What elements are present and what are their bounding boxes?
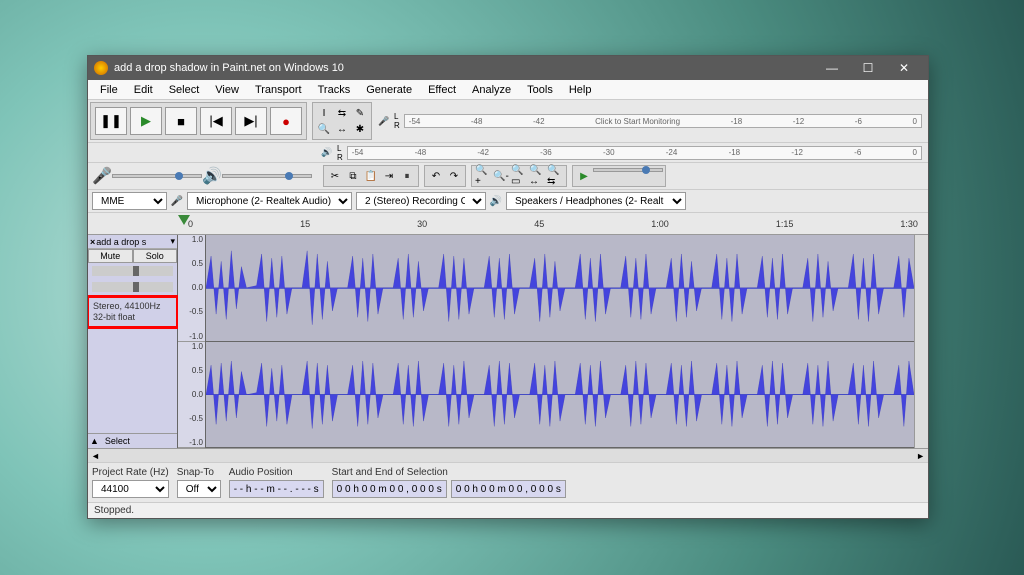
maximize-button[interactable]: ☐ (850, 57, 886, 79)
collapse-icon[interactable]: ▲ (90, 436, 99, 446)
pan-slider[interactable] (92, 282, 173, 292)
record-button[interactable]: ● (270, 107, 302, 135)
menu-analyze[interactable]: Analyze (464, 82, 519, 98)
selection-toolbar: Project Rate (Hz) 44100 Snap-To Off Audi… (88, 462, 928, 502)
zoom-tool-icon[interactable]: 🔍 (315, 121, 333, 137)
vertical-scrollbar[interactable] (914, 235, 928, 448)
selection-start-field[interactable]: 0 0 h 0 0 m 0 0 , 0 0 0 s (332, 480, 447, 498)
zoom-toggle-icon[interactable]: 🔍⇆ (546, 168, 564, 184)
menu-tracks[interactable]: Tracks (310, 82, 359, 98)
selection-tool-icon[interactable]: I (315, 105, 333, 121)
track-name[interactable]: add a drop s (96, 237, 169, 247)
menu-edit[interactable]: Edit (126, 82, 161, 98)
tools-toolbar: I ⇆ ✎ 🔍 ↔ ✱ (312, 102, 372, 140)
menu-effect[interactable]: Effect (420, 82, 464, 98)
play-at-speed-icon[interactable]: ▶ (575, 168, 593, 184)
menu-select[interactable]: Select (161, 82, 208, 98)
audio-position-field[interactable]: - - h - - m - - . - - - s (229, 480, 324, 498)
transport-toolbar: ❚❚ ▶ ■ |◀ ▶| ● (90, 102, 307, 140)
skip-end-button[interactable]: ▶| (235, 107, 267, 135)
zoom-sel-icon[interactable]: 🔍▭ (510, 168, 528, 184)
window-title: add a drop shadow in Paint.net on Window… (114, 62, 814, 74)
project-rate-select[interactable]: 44100 (92, 480, 169, 498)
cut-icon[interactable]: ✂ (326, 168, 344, 184)
record-meter[interactable]: -54-48-42 Click to Start Monitoring -18-… (404, 114, 922, 128)
zoom-in-icon[interactable]: 🔍+ (474, 168, 492, 184)
snap-to-label: Snap-To (177, 467, 221, 478)
project-rate-label: Project Rate (Hz) (92, 467, 169, 478)
zoom-out-icon[interactable]: 🔍- (492, 168, 510, 184)
tracks-area: × add a drop s ▾ Mute Solo Stereo, 44100… (88, 235, 928, 448)
audio-host-select[interactable]: MME (92, 192, 167, 210)
pause-button[interactable]: ❚❚ (95, 107, 127, 135)
track-control-panel: × add a drop s ▾ Mute Solo Stereo, 44100… (88, 235, 178, 448)
paste-icon[interactable]: 📋 (362, 168, 380, 184)
horizontal-scrollbar[interactable] (88, 448, 928, 462)
meter-lr-label-2: LR (337, 144, 343, 162)
draw-tool-icon[interactable]: ✎ (351, 105, 369, 121)
close-button[interactable]: ✕ (886, 57, 922, 79)
waveform-left[interactable] (206, 235, 914, 342)
solo-button[interactable]: Solo (133, 249, 178, 263)
titlebar[interactable]: add a drop shadow in Paint.net on Window… (88, 56, 928, 80)
envelope-tool-icon[interactable]: ⇆ (333, 105, 351, 121)
gain-slider[interactable] (92, 266, 173, 276)
mute-button[interactable]: Mute (88, 249, 133, 263)
menu-view[interactable]: View (207, 82, 247, 98)
device-toolbar: MME 🎤 Microphone (2- Realtek Audio) 2 (S… (88, 190, 928, 213)
multi-tool-icon[interactable]: ✱ (351, 121, 369, 137)
play-speed-slider[interactable] (593, 168, 663, 172)
timeshift-tool-icon[interactable]: ↔ (333, 121, 351, 137)
zoom-fit-icon[interactable]: 🔍↔ (528, 168, 546, 184)
stop-button[interactable]: ■ (165, 107, 197, 135)
playback-volume-slider[interactable] (222, 174, 312, 178)
amplitude-scale: 1.00.50.0-0.5-1.0 1.00.50.0-0.5-1.0 (178, 235, 206, 448)
record-channels-select[interactable]: 2 (Stereo) Recording Cha (356, 192, 486, 210)
track-menu-dropdown[interactable]: ▾ (170, 236, 175, 247)
track-close-button[interactable]: × (90, 237, 95, 247)
record-volume-slider[interactable] (112, 174, 202, 178)
waveform-right[interactable] (206, 342, 914, 449)
silence-icon[interactable]: ⏸ (398, 168, 416, 184)
selection-end-field[interactable]: 0 0 h 0 0 m 0 0 , 0 0 0 s (451, 480, 566, 498)
mic-icon[interactable]: 🎤 (378, 115, 390, 127)
selection-label: Start and End of Selection (332, 467, 566, 478)
status-bar: Stopped. (88, 502, 928, 518)
meter-lr-label: LR (394, 112, 400, 130)
minimize-button[interactable]: — (814, 57, 850, 79)
playback-meter[interactable]: -54-48-42-36-30-24-18-12-60 (347, 146, 922, 160)
speaker-slider-icon: 🔊 (206, 170, 218, 182)
speaker-device-icon: 🔊 (490, 195, 502, 207)
menu-tools[interactable]: Tools (519, 82, 561, 98)
skip-start-button[interactable]: |◀ (200, 107, 232, 135)
menubar: File Edit Select View Transport Tracks G… (88, 80, 928, 100)
menu-transport[interactable]: Transport (247, 82, 310, 98)
playhead-icon[interactable] (178, 215, 190, 225)
track-format-info: Stereo, 44100Hz 32-bit float (88, 295, 179, 329)
playback-device-select[interactable]: Speakers / Headphones (2- Realt (506, 192, 686, 210)
timeline-ruler[interactable]: 0 15 30 45 1:00 1:15 1:30 (88, 213, 928, 235)
app-icon (94, 61, 108, 75)
mic-slider-icon: 🎤 (96, 170, 108, 182)
redo-icon[interactable]: ↷ (445, 168, 463, 184)
menu-file[interactable]: File (92, 82, 126, 98)
select-button[interactable]: Select (105, 436, 130, 446)
menu-help[interactable]: Help (561, 82, 600, 98)
audio-position-label: Audio Position (229, 467, 324, 478)
copy-icon[interactable]: ⧉ (344, 168, 362, 184)
play-button[interactable]: ▶ (130, 107, 162, 135)
record-device-select[interactable]: Microphone (2- Realtek Audio) (187, 192, 352, 210)
trim-icon[interactable]: ⇥ (380, 168, 398, 184)
mic-device-icon: 🎤 (171, 195, 183, 207)
speaker-icon[interactable]: 🔊 (321, 147, 333, 159)
snap-to-select[interactable]: Off (177, 480, 221, 498)
menu-generate[interactable]: Generate (358, 82, 420, 98)
undo-icon[interactable]: ↶ (427, 168, 445, 184)
audacity-window: add a drop shadow in Paint.net on Window… (87, 55, 929, 519)
